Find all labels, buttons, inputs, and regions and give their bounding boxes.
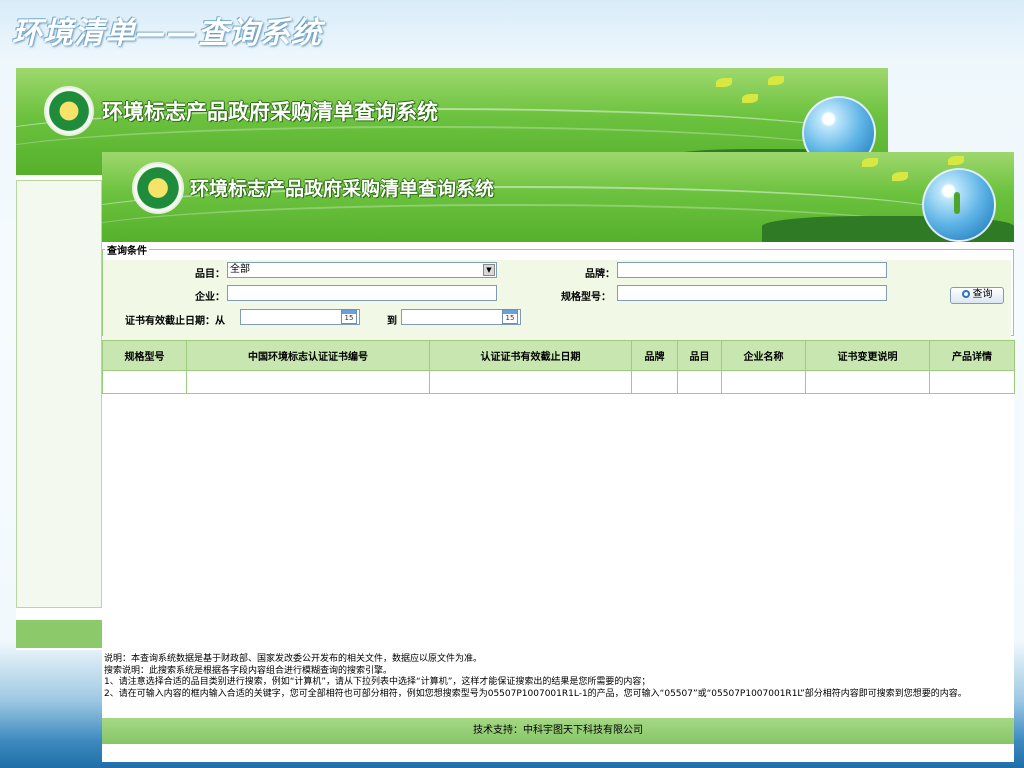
table-cell <box>102 370 187 394</box>
chevron-down-icon[interactable]: ▼ <box>483 264 495 276</box>
query-legend: 查询条件 <box>107 246 147 257</box>
leaf-icon <box>862 158 878 167</box>
column-header-cert-change[interactable]: 证书变更说明 <box>805 340 930 371</box>
brand-label: 品牌： <box>585 269 615 280</box>
column-header-cert-number[interactable]: 中国环境标志认证证书编号 <box>186 340 430 371</box>
table-cell <box>805 370 930 394</box>
back-footer-bar <box>16 620 102 648</box>
table-cell <box>631 370 678 394</box>
column-header-category[interactable]: 品目 <box>677 340 722 371</box>
environmental-logo-icon <box>44 86 94 136</box>
front-banner-title: 环境标志产品政府采购清单查询系统 <box>190 178 495 200</box>
model-label: 规格型号： <box>561 292 611 303</box>
slide-title: 环境清单——查询系统 <box>12 16 322 51</box>
calendar-icon[interactable]: 15 <box>341 309 357 324</box>
brand-input[interactable] <box>617 262 887 278</box>
search-button-label: 查询 <box>972 289 993 300</box>
company-input[interactable] <box>227 285 497 301</box>
column-header-company[interactable]: 企业名称 <box>721 340 806 371</box>
leaf-icon <box>742 94 758 103</box>
front-window: 环境标志产品政府采购清单查询系统 查询条件 品目： 全部 ▼ 品牌： 企业： 规… <box>102 152 1015 762</box>
table-row <box>102 370 1015 394</box>
sprout-icon <box>954 192 960 214</box>
table-cell <box>677 370 722 394</box>
note-line: 说明：本查询系统数据是基于财政部、国家发改委公开发布的相关文件，数据应以原文件为… <box>104 654 483 664</box>
leaf-icon <box>768 76 784 85</box>
note-line: 1、请注意选择合适的品目类别进行搜索，例如“计算机”，请从下拉列表中选择“计算机… <box>104 677 651 687</box>
column-header-product-details[interactable]: 产品详情 <box>929 340 1015 371</box>
category-selected-value: 全部 <box>230 264 250 275</box>
column-header-model[interactable]: 规格型号 <box>102 340 187 371</box>
model-input[interactable] <box>617 285 887 301</box>
back-banner-title: 环境标志产品政府采购清单查询系统 <box>102 99 438 124</box>
company-label: 企业： <box>195 292 225 303</box>
table-header-row: 规格型号 中国环境标志认证证书编号 认证证书有效截止日期 品牌 品目 企业名称 … <box>102 340 1015 371</box>
table-cell <box>429 370 632 394</box>
footer: 技术支持：中科宇图天下科技有限公司 <box>102 718 1014 744</box>
table-cell <box>186 370 430 394</box>
note-line: 2、请在可输入内容的框内输入合适的关键字，您可全部相符也可部分相符，例如您想搜索… <box>104 688 967 699</box>
leaf-icon <box>948 156 964 165</box>
query-panel: 品目： 全部 ▼ 品牌： 企业： 规格型号： 证书有效截止日期：从 15 到 1… <box>103 260 1011 340</box>
table-cell <box>929 370 1015 394</box>
front-banner: 环境标志产品政府采购清单查询系统 <box>102 152 1014 242</box>
table-cell <box>721 370 806 394</box>
search-notes: 说明：本查询系统数据是基于财政部、国家发改委公开发布的相关文件，数据应以原文件为… <box>104 654 1014 700</box>
search-icon <box>961 290 970 298</box>
leaf-icon <box>892 172 908 181</box>
category-select[interactable]: 全部 ▼ <box>227 262 497 278</box>
category-label: 品目： <box>195 269 225 280</box>
results-table: 规格型号 中国环境标志认证证书编号 认证证书有效截止日期 品牌 品目 企业名称 … <box>102 340 1015 394</box>
note-line: 搜索说明：此搜索系统是根据各字段内容组合进行模糊查询的搜索引擎。 <box>104 665 393 676</box>
expiry-to-label: 到 <box>387 316 397 327</box>
expiry-from-label: 证书有效截止日期：从 <box>125 316 225 327</box>
leaf-icon <box>716 78 732 87</box>
environmental-logo-icon <box>132 162 184 214</box>
search-button[interactable]: 查询 <box>950 287 1004 304</box>
column-header-cert-expiry[interactable]: 认证证书有效截止日期 <box>429 340 632 371</box>
back-sidebar <box>16 180 102 608</box>
column-header-brand[interactable]: 品牌 <box>631 340 678 371</box>
calendar-icon[interactable]: 15 <box>502 309 518 324</box>
